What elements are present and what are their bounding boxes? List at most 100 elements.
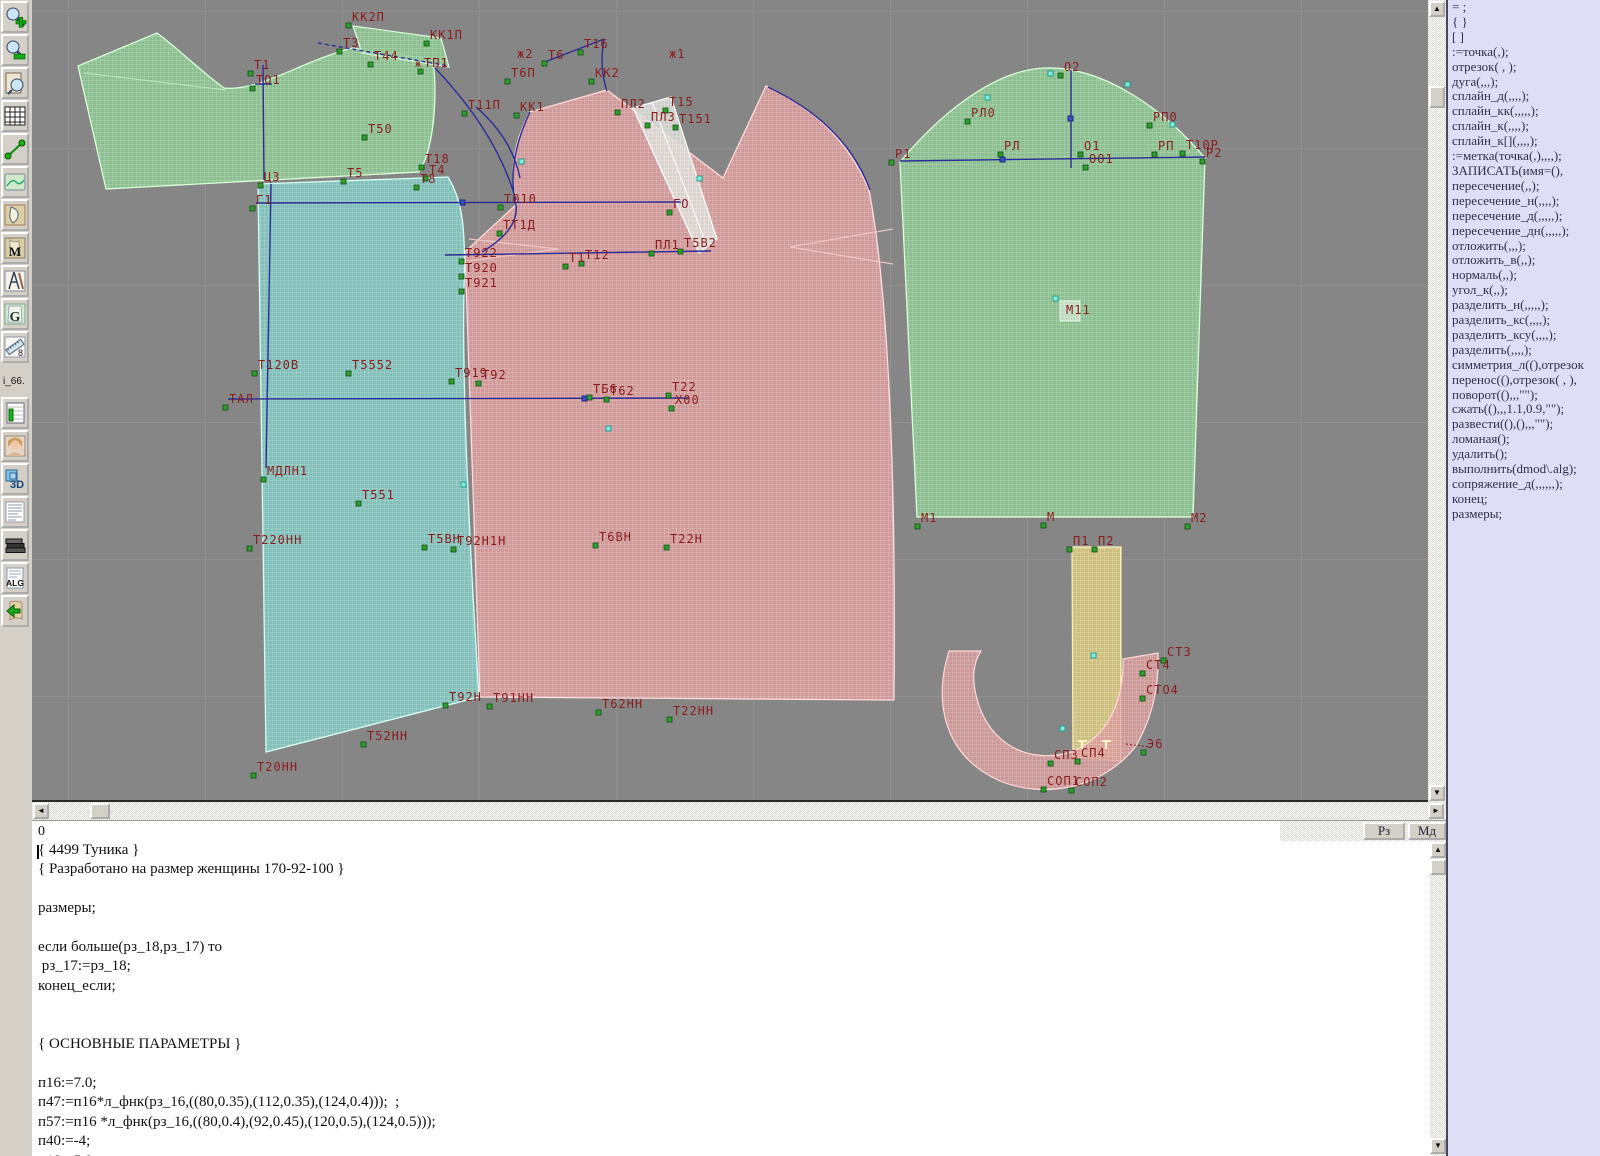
algorithm-icon: ALG	[3, 566, 27, 590]
toolbar-algorithm-button[interactable]: ALG	[1, 562, 29, 594]
command-item[interactable]: ЗАПИСАТЬ(имя=(),	[1448, 164, 1600, 179]
command-item[interactable]: ломаная();	[1448, 432, 1600, 447]
command-item[interactable]: разделить_н(,,,,,);	[1448, 298, 1600, 313]
text-list-icon	[3, 500, 27, 524]
rz-button[interactable]: Рз	[1363, 822, 1405, 840]
toolbar-ruler-button[interactable]: 8	[1, 331, 29, 363]
command-item[interactable]: сжать((),,,1.1,0.9,"");	[1448, 402, 1600, 417]
command-item[interactable]: сплайн_д(,,,,);	[1448, 89, 1600, 104]
scroll-left-icon[interactable]: ◄	[33, 803, 49, 819]
svg-text:M: M	[9, 244, 21, 259]
command-item[interactable]: нормаль(,,);	[1448, 268, 1600, 283]
command-item[interactable]: пересечение_н(,,,,);	[1448, 194, 1600, 209]
command-item[interactable]: размеры;	[1448, 507, 1600, 522]
command-item[interactable]: сплайн_к(,,,,);	[1448, 119, 1600, 134]
point-label: М	[1047, 510, 1055, 524]
program-editor[interactable]: { 4499 Туника }{ Разработано на размер ж…	[32, 841, 1446, 1156]
command-item[interactable]: пересечение(,,);	[1448, 179, 1600, 194]
toolbar-exit-button[interactable]	[1, 595, 29, 627]
toolbar-text-list-button[interactable]	[1, 496, 29, 528]
command-item[interactable]: разделить_ксу(,,,,);	[1448, 328, 1600, 343]
toolbar-pattern-piece-button[interactable]	[1, 199, 29, 231]
command-item[interactable]: развести((),(),,,"");	[1448, 417, 1600, 432]
toolbar-zoom-in-button[interactable]	[1, 1, 29, 33]
command-item[interactable]: симметрия_л((),отрезок	[1448, 358, 1600, 373]
point-label: Т15	[669, 95, 694, 109]
scroll-down-icon[interactable]: ▼	[1429, 785, 1445, 801]
command-item[interactable]: разделить_кс(,,,,);	[1448, 313, 1600, 328]
scroll-right-icon[interactable]: ►	[1428, 803, 1444, 819]
editor-scroll-up-icon[interactable]: ▲	[1430, 842, 1446, 858]
point-label: РЛ0	[971, 106, 996, 120]
piece-collar-curve[interactable]	[942, 651, 1158, 789]
toolbar-table-button[interactable]	[1, 397, 29, 429]
point-label: Г1	[256, 193, 272, 207]
editor-line: рз_17:=рз_18;	[32, 957, 1446, 976]
point-label: РП0	[1153, 110, 1178, 124]
command-item[interactable]: сплайн_к[](,,,,);	[1448, 134, 1600, 149]
toolbar-zoom-out-button[interactable]	[1, 34, 29, 66]
point-label: Т22Н	[670, 532, 703, 546]
point-label: Т151	[679, 112, 712, 126]
command-item[interactable]: сплайн_кк(,,,,,);	[1448, 104, 1600, 119]
command-item[interactable]: отрезок( , );	[1448, 60, 1600, 75]
point-label: О2	[1064, 60, 1080, 74]
command-item[interactable]: выполнить(dmod\.alg);	[1448, 462, 1600, 477]
toolbar-zoom-page-button[interactable]	[1, 67, 29, 99]
toolbar-model-photo-button[interactable]	[1, 430, 29, 462]
toolbar-grid-button[interactable]	[1, 100, 29, 132]
command-item[interactable]: угол_к(,,);	[1448, 283, 1600, 298]
toolbar-measure-button[interactable]	[1, 133, 29, 165]
view-3d-icon: 3D	[3, 467, 27, 491]
toolbar-marker-g-button[interactable]: G	[1, 298, 29, 330]
point-label: ПЛ3	[651, 110, 676, 124]
canvas-vscroll-thumb[interactable]	[1429, 86, 1445, 108]
command-item[interactable]: :=точка(,);	[1448, 45, 1600, 60]
command-item[interactable]: { }	[1448, 15, 1600, 30]
toolbar-books-button[interactable]	[1, 529, 29, 561]
canvas-vscrollbar[interactable]: ▲ ▼	[1428, 0, 1446, 802]
point-label: СТО4	[1146, 683, 1179, 697]
piece-sleeve[interactable]	[900, 68, 1205, 517]
command-item[interactable]: конец;	[1448, 492, 1600, 507]
editor-scroll-down-icon[interactable]: ▼	[1430, 1138, 1446, 1154]
editor-vscroll-thumb[interactable]	[1430, 859, 1446, 875]
point-label: Т62	[610, 384, 635, 398]
command-item[interactable]: [ ]	[1448, 30, 1600, 45]
toolbar-view-3d-button[interactable]: 3D	[1, 463, 29, 495]
canvas-hscrollbar[interactable]: ◄ ►	[32, 802, 1446, 820]
drawing-canvas[interactable]: КК2ПКК1ПТ3Т44жТП1Т1ТО1Т50Т18Т4Т8Ц3Т5Г1ж2…	[32, 0, 1428, 802]
toolbar-drafting-button[interactable]	[1, 265, 29, 297]
command-item[interactable]: поворот((),,,"");	[1448, 388, 1600, 403]
command-item[interactable]: пересечение_д(,,,,,);	[1448, 209, 1600, 224]
toolbar-marker-m-button[interactable]: M	[1, 232, 29, 264]
command-item[interactable]: разделить(,,,,);	[1448, 343, 1600, 358]
md-button[interactable]: Мд	[1408, 822, 1446, 840]
command-item[interactable]: сопряжение_д(,,,,,,);	[1448, 477, 1600, 492]
command-item[interactable]: дуга(,,,);	[1448, 75, 1600, 90]
editor-line: п18:=5.0;	[32, 1152, 1446, 1156]
command-item[interactable]: перенос((),отрезок( , ),	[1448, 373, 1600, 388]
command-item[interactable]: = ;	[1448, 0, 1600, 15]
toolbar-preview-button[interactable]	[1, 166, 29, 198]
point-label: Т1	[254, 58, 270, 72]
command-item[interactable]: отложить(,,,);	[1448, 239, 1600, 254]
command-item[interactable]: :=метка(точка(,),,,,);	[1448, 149, 1600, 164]
canvas-hscroll-thumb[interactable]	[90, 803, 110, 819]
point-label: МДЛН1	[267, 464, 308, 478]
scroll-up-icon[interactable]: ▲	[1429, 1, 1445, 17]
point-label: О1	[1084, 139, 1100, 153]
command-item[interactable]: удалить();	[1448, 447, 1600, 462]
point-label: Т6П	[511, 66, 536, 80]
command-item[interactable]: пересечение_дн(,,,,,);	[1448, 224, 1600, 239]
zoom-out-icon	[3, 38, 27, 62]
exit-icon	[3, 599, 27, 623]
toolbar-i66-button[interactable]: i_66.	[1, 364, 29, 396]
point-label: П1	[1073, 534, 1089, 548]
editor-line	[32, 1016, 1446, 1035]
point-label: М2	[1191, 511, 1207, 525]
books-icon	[3, 533, 27, 557]
editor-vscrollbar[interactable]: ▲ ▼	[1430, 841, 1446, 1156]
point-label: Т22	[672, 380, 697, 394]
command-item[interactable]: отложить_в(,,);	[1448, 253, 1600, 268]
